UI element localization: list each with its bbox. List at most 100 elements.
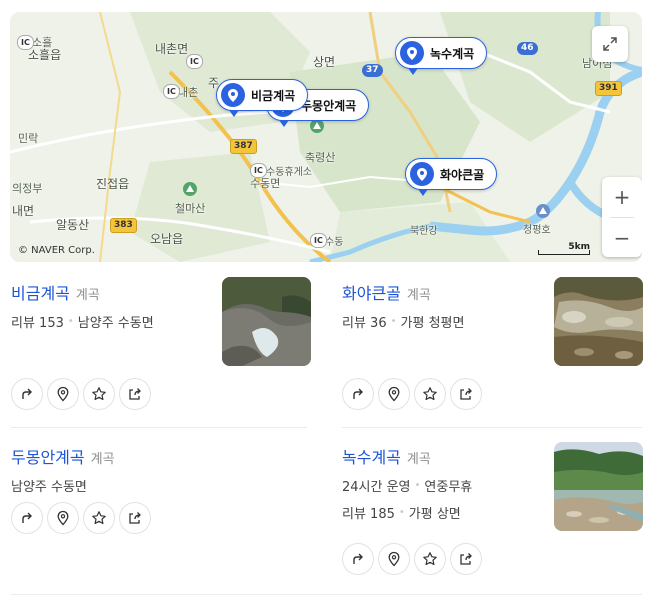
place-title-row: 화야큰골 계곡: [342, 280, 542, 304]
place-card-noksu[interactable]: 녹수계곡 계곡 24시간 운영 • 연중무휴 리뷰 185 • 가평 상면: [342, 444, 542, 522]
favorite-button[interactable]: [83, 378, 115, 410]
place-card-bigeum[interactable]: 비금계곡 계곡 리뷰 153 • 남양주 수동면: [11, 280, 211, 331]
ic-shield: IC: [310, 233, 327, 248]
directions-button[interactable]: [11, 378, 43, 410]
road-shield-37: 37: [362, 64, 383, 77]
place-card-hwayakeungol[interactable]: 화야큰골 계곡 리뷰 36 • 가평 청평면: [342, 280, 542, 331]
map-label-onameup: 오남읍: [150, 232, 184, 246]
lake-icon: [536, 204, 550, 218]
closed-days: 연중무휴: [424, 480, 473, 495]
map-label-cheolmasan: 철마산: [175, 202, 206, 215]
map-label-sohuleup: 소흘읍: [28, 48, 62, 62]
save-location-button[interactable]: [47, 378, 79, 410]
zoom-control: + −: [602, 177, 642, 257]
place-actions-bigeum: [11, 378, 151, 410]
road-shield-387: 387: [230, 139, 257, 154]
stream-photo: [554, 277, 643, 366]
place-address: 남양주 수동면: [11, 480, 87, 495]
place-name-link[interactable]: 비금계곡: [11, 280, 70, 304]
place-title-row: 두몽안계곡 계곡: [11, 444, 271, 468]
save-location-button[interactable]: [378, 543, 410, 575]
star-icon: [92, 511, 106, 525]
place-meta: 리뷰 153 • 남양주 수동면: [11, 312, 211, 331]
share-button[interactable]: [119, 502, 151, 534]
map-label-bukhangang: 북한강: [410, 226, 438, 237]
mountain-icon: [183, 182, 197, 196]
share-icon: [460, 553, 472, 565]
location-pin-icon: [410, 162, 434, 186]
separator-dot: •: [67, 316, 74, 327]
map-label-aldongsan: 알동산: [56, 218, 90, 232]
road-shield-391: 391: [595, 81, 622, 96]
place-address: 가평 상면: [408, 507, 461, 522]
zoom-out-button[interactable]: −: [602, 218, 642, 258]
location-pin-icon: [400, 41, 424, 65]
favorite-button[interactable]: [83, 502, 115, 534]
location-pin-icon: [388, 386, 400, 402]
expand-map-button[interactable]: [592, 26, 628, 62]
map-pin-label: 녹수계곡: [430, 46, 475, 61]
map-label-sangmyeon: 상면: [313, 55, 336, 69]
place-actions-noksu: [342, 543, 482, 575]
share-icon: [460, 388, 472, 400]
map-pin-noksu[interactable]: 녹수계곡: [395, 37, 488, 75]
favorite-button[interactable]: [414, 543, 446, 575]
zoom-in-button[interactable]: +: [602, 177, 642, 217]
location-pin-icon: [57, 510, 69, 526]
map-label-naechonmyeon: 내촌면: [155, 42, 189, 56]
place-card-dumongan[interactable]: 두몽안계곡 계곡 남양주 수동면: [11, 444, 271, 495]
map-label-uijeongbu: 의정부: [12, 182, 43, 195]
share-button[interactable]: [450, 378, 482, 410]
expand-icon: [603, 37, 617, 51]
map-label-jinjeopeup: 진접읍: [96, 177, 130, 191]
place-thumbnail-bigeum[interactable]: [222, 277, 311, 366]
place-meta: 남양주 수동면: [11, 476, 271, 495]
directions-button[interactable]: [342, 543, 374, 575]
save-location-button[interactable]: [47, 502, 79, 534]
ic-shield: IC: [163, 84, 180, 99]
row-divider: [342, 427, 642, 428]
place-hours: 24시간 운영 • 연중무휴: [342, 476, 542, 495]
place-category: 계곡: [90, 452, 115, 467]
scale-bar: [538, 250, 590, 255]
review-count: 리뷰 185: [342, 507, 395, 522]
location-pin-icon: [221, 83, 245, 107]
ic-shield: IC: [186, 54, 203, 69]
map-label-cheongpyeongho: 청평호: [523, 225, 551, 236]
river-photo: [554, 442, 643, 531]
place-category: 계곡: [406, 288, 431, 303]
place-thumbnail-hwayakeungol[interactable]: [554, 277, 643, 366]
map-pin-label: 비금계곡: [251, 88, 296, 103]
save-location-button[interactable]: [378, 378, 410, 410]
map-label-naechon: 내촌: [178, 86, 199, 99]
place-category: 계곡: [406, 452, 431, 467]
place-title-row: 비금계곡 계곡: [11, 280, 211, 304]
place-actions-dumongan: [11, 502, 151, 534]
place-name-link[interactable]: 두몽안계곡: [11, 444, 85, 468]
road-shield-383: 383: [110, 218, 137, 233]
review-count: 리뷰 153: [11, 316, 64, 331]
bottom-divider: [11, 594, 642, 595]
share-button[interactable]: [119, 378, 151, 410]
map-pin-label: 화야큰골: [440, 167, 485, 182]
share-icon: [129, 512, 141, 524]
map-label-naemyeon: 내면: [12, 204, 35, 218]
place-name-link[interactable]: 녹수계곡: [342, 444, 401, 468]
separator-dot: •: [398, 507, 405, 518]
map-pin-bigeum[interactable]: 비금계곡: [216, 79, 309, 117]
directions-icon: [353, 553, 363, 564]
location-pin-icon: [57, 386, 69, 402]
share-button[interactable]: [450, 543, 482, 575]
place-address: 가평 청평면: [400, 316, 465, 331]
row-divider: [11, 427, 307, 428]
place-thumbnail-noksu[interactable]: [554, 442, 643, 531]
favorite-button[interactable]: [414, 378, 446, 410]
directions-button[interactable]: [342, 378, 374, 410]
map-pin-hwayakeungol[interactable]: 화야큰골: [405, 158, 498, 196]
place-name-link[interactable]: 화야큰골: [342, 280, 401, 304]
place-title-row: 녹수계곡 계곡: [342, 444, 542, 468]
star-icon: [423, 387, 437, 401]
map-view[interactable]: 소흘 소흘읍 내촌면 내촌 상면 민락 의정부 진접읍 내면 철마산 축령산 수…: [10, 12, 642, 262]
location-pin-icon: [388, 551, 400, 567]
directions-button[interactable]: [11, 502, 43, 534]
